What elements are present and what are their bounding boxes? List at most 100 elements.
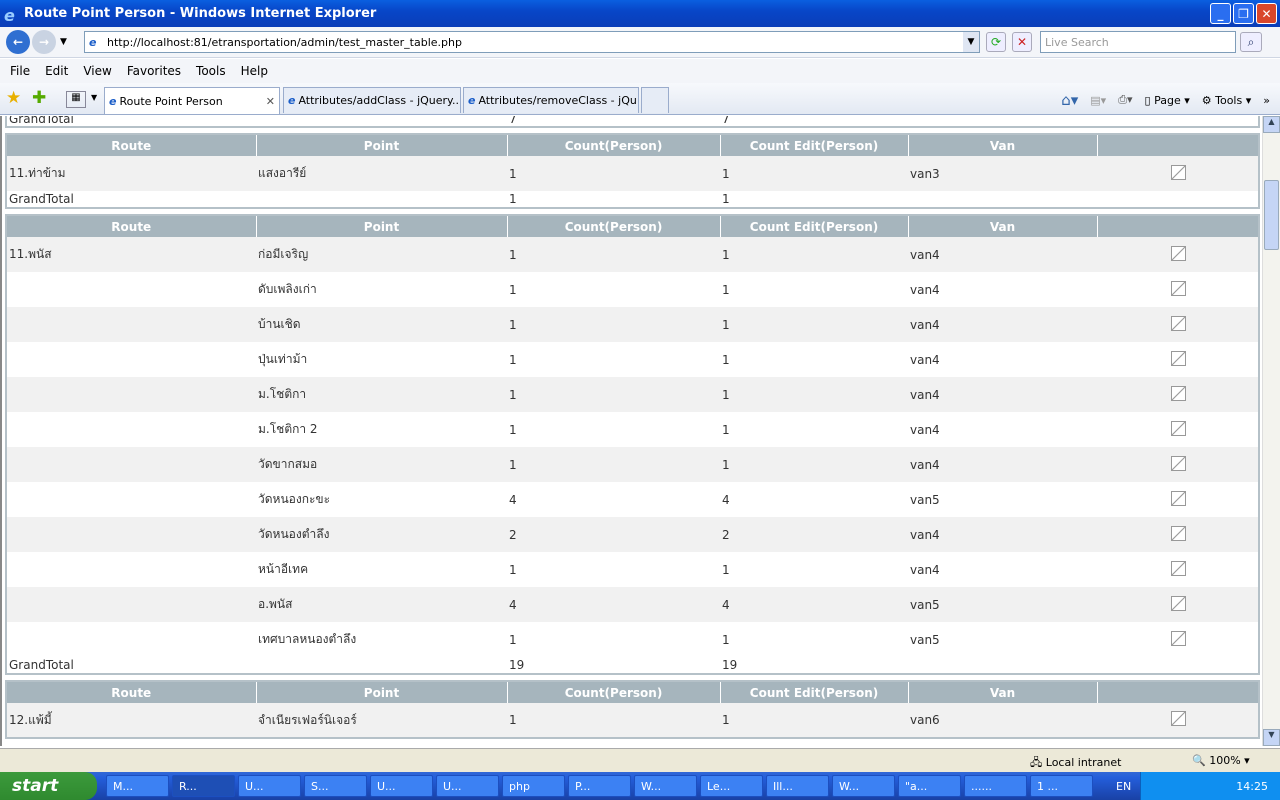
taskbar-item[interactable]: 1 ... <box>1030 775 1093 797</box>
back-button[interactable]: ← <box>6 30 30 54</box>
feeds-icon[interactable]: ▤▾ <box>1090 94 1106 107</box>
taskbar-item[interactable]: Ill... <box>766 775 829 797</box>
total-count: 7 <box>507 116 720 127</box>
taskbar-item[interactable]: M... <box>106 775 169 797</box>
history-dropdown-icon[interactable]: ▼ <box>60 37 67 47</box>
route-cell: 12.แพ้มี้ <box>6 703 256 738</box>
minimize-button[interactable]: _ <box>1210 3 1231 24</box>
edit-icon[interactable] <box>1171 420 1186 436</box>
menu-edit[interactable]: Edit <box>45 64 68 78</box>
van-cell: van3 <box>908 156 1097 191</box>
forward-button[interactable]: → <box>32 30 56 54</box>
search-input[interactable]: Live Search <box>1040 31 1236 53</box>
taskbar-item[interactable]: ...... <box>964 775 1027 797</box>
quick-tabs-icon[interactable]: ▦ <box>66 91 86 108</box>
print-icon[interactable]: ⎙▾ <box>1118 93 1132 107</box>
grand-total-label: GrandTotal <box>6 657 256 674</box>
column-header: Count(Person) <box>506 134 720 156</box>
scroll-down-arrow[interactable]: ▼ <box>1263 729 1280 746</box>
add-favorite-icon[interactable]: ✚ <box>32 88 46 108</box>
tab-addclass[interactable]: e Attributes/addClass - jQuery... <box>283 87 461 113</box>
tab-removeclass[interactable]: e Attributes/removeClass - jQu... <box>463 87 639 113</box>
language-indicator[interactable]: EN <box>1116 780 1131 793</box>
taskbar-item[interactable]: S... <box>304 775 367 797</box>
search-icon[interactable]: ⌕ <box>1240 32 1262 52</box>
home-icon[interactable]: ⌂▾ <box>1061 91 1078 109</box>
table-row: 11.พนัส ก่อมีเจริญ 1 1 van4 <box>6 237 1259 272</box>
count-cell: 1 <box>507 307 720 342</box>
point-cell: หน้าอีเทค <box>258 562 309 576</box>
edit-icon[interactable] <box>1171 560 1186 576</box>
taskbar-item[interactable]: W... <box>634 775 697 797</box>
tab-route-point-person[interactable]: e Route Point Person ✕ <box>104 87 280 114</box>
count-edit-cell: 1 <box>722 562 730 577</box>
edit-icon[interactable] <box>1171 315 1186 331</box>
favorites-star-icon[interactable]: ★ <box>6 88 21 108</box>
address-dropdown-icon[interactable]: ▼ <box>963 32 979 52</box>
menu-help[interactable]: Help <box>241 64 268 78</box>
vertical-scrollbar[interactable]: ▲ ▼ <box>1262 116 1280 746</box>
tools-menu[interactable]: ⚙ Tools ▾ <box>1202 94 1252 107</box>
count-edit-cell: 1 <box>720 703 908 738</box>
security-zone: 🖧 Local intranet <box>1030 756 1122 769</box>
refresh-button[interactable]: ⟳ <box>986 32 1006 52</box>
status-bar: 🖧 Local intranet 🔍 100% ▾ <box>0 748 1280 772</box>
page-menu[interactable]: ▯ Page ▾ <box>1145 94 1190 107</box>
edit-icon[interactable] <box>1171 350 1186 366</box>
edit-icon[interactable] <box>1171 245 1186 261</box>
edit-icon[interactable] <box>1171 711 1186 726</box>
edit-icon[interactable] <box>1171 455 1186 471</box>
column-header: Point <box>255 215 507 237</box>
new-tab-button[interactable] <box>641 87 669 113</box>
van-cell: van4 <box>910 562 940 577</box>
column-header: Point <box>255 134 507 156</box>
maximize-button[interactable]: ❐ <box>1233 3 1254 24</box>
count-edit-cell: 4 <box>720 587 908 622</box>
column-header: Point <box>255 681 507 703</box>
taskbar-item[interactable]: U... <box>238 775 301 797</box>
menu-view[interactable]: View <box>83 64 111 78</box>
close-tab-icon[interactable]: ✕ <box>266 95 275 108</box>
route-cell <box>6 482 256 517</box>
column-header-actions <box>1096 134 1259 156</box>
page-menu-label: Page <box>1154 93 1181 107</box>
start-button[interactable]: start <box>0 772 97 800</box>
edit-icon[interactable] <box>1171 490 1186 506</box>
clock: 14:25 <box>1236 779 1268 793</box>
taskbar-item[interactable]: U... <box>436 775 499 797</box>
point-cell: วัดขากสมอ <box>256 447 507 482</box>
menu-tools[interactable]: Tools <box>196 64 226 78</box>
taskbar-item[interactable]: R... <box>172 775 235 797</box>
taskbar-item[interactable]: "a... <box>898 775 961 797</box>
taskbar-item[interactable]: Le... <box>700 775 763 797</box>
point-cell: ปุ่นเท่าม้า <box>258 352 308 366</box>
address-bar[interactable]: e http://localhost:81/etransportation/ad… <box>84 31 980 53</box>
edit-icon[interactable] <box>1171 385 1186 401</box>
close-button[interactable]: ✕ <box>1256 3 1277 24</box>
route-table: Route Point Count(Person) Count Edit(Person… <box>5 214 1260 675</box>
scroll-up-arrow[interactable]: ▲ <box>1263 116 1280 133</box>
tab-list-dropdown-icon[interactable]: ▼ <box>91 93 97 102</box>
count-cell: 2 <box>507 517 720 552</box>
count-edit-cell: 1 <box>722 632 730 647</box>
taskbar-item[interactable]: U... <box>370 775 433 797</box>
edit-icon[interactable] <box>1171 164 1186 180</box>
taskbar-item[interactable]: php <box>502 775 565 797</box>
stop-button[interactable]: ✕ <box>1012 32 1032 52</box>
menu-favorites[interactable]: Favorites <box>127 64 181 78</box>
menu-file[interactable]: File <box>10 64 30 78</box>
count-edit-cell: 1 <box>720 307 908 342</box>
edit-icon[interactable] <box>1171 595 1186 611</box>
zoom-level[interactable]: 🔍 100% ▾ <box>1192 754 1250 767</box>
van-cell: van4 <box>908 447 1097 482</box>
edit-icon[interactable] <box>1171 525 1186 541</box>
edit-icon[interactable] <box>1171 280 1186 296</box>
taskbar-item[interactable]: W... <box>832 775 895 797</box>
edit-icon[interactable] <box>1171 630 1186 646</box>
count-cell: 1 <box>509 562 517 577</box>
header-row: Route Point Count(Person) Count Edit(Person… <box>5 134 1259 156</box>
van-cell: van5 <box>908 587 1097 622</box>
scroll-thumb[interactable] <box>1264 180 1279 250</box>
taskbar-item[interactable]: P... <box>568 775 631 797</box>
count-cell: 1 <box>507 447 720 482</box>
